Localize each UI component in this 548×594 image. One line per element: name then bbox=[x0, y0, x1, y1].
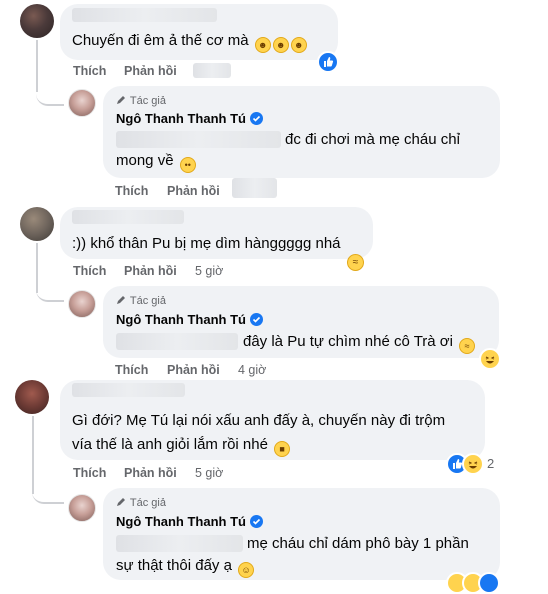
author-name[interactable]: Ngô Thanh Thanh Tú bbox=[116, 111, 263, 126]
comment-text-line2: vía thế là anh giỏi lắm rồi nhé ■ bbox=[72, 435, 291, 457]
pencil-icon bbox=[117, 498, 125, 506]
thread-line bbox=[36, 40, 38, 92]
redacted-text bbox=[116, 535, 243, 552]
comment-text-line1: Gì đới? Mẹ Tú lại nói xấu anh đấy à, chu… bbox=[72, 412, 446, 429]
author-avatar[interactable] bbox=[68, 290, 96, 318]
thread-connector bbox=[36, 86, 64, 106]
redacted-time bbox=[232, 178, 277, 198]
like-button[interactable]: Thích bbox=[73, 466, 106, 480]
redacted-text bbox=[116, 131, 281, 148]
author-badge: Tác giả bbox=[116, 94, 166, 107]
redacted-commenter-name bbox=[72, 383, 185, 397]
reply-button[interactable]: Phản hồi bbox=[124, 264, 177, 278]
thread-connector bbox=[36, 280, 64, 302]
redacted-commenter-name bbox=[72, 8, 217, 22]
reply-text-line1: mẹ cháu chỉ dám phô bày 1 phần bbox=[247, 535, 469, 552]
like-button[interactable]: Thích bbox=[73, 264, 106, 278]
like-reaction-icon[interactable] bbox=[478, 572, 500, 594]
like-button[interactable]: Thích bbox=[115, 363, 148, 377]
reply-button[interactable]: Phản hồi bbox=[124, 64, 177, 78]
reaction-count[interactable]: 2 bbox=[487, 456, 494, 471]
verified-badge-icon bbox=[249, 313, 263, 326]
rolling-on-floor-laughing-icon: ☻ bbox=[290, 37, 307, 53]
author-badge: Tác giả bbox=[116, 496, 166, 509]
pleading-face-icon: •• bbox=[179, 157, 196, 173]
pencil-icon bbox=[117, 296, 125, 304]
like-reaction-icon[interactable] bbox=[317, 51, 339, 73]
squinting-tongue-face-icon: ≈ bbox=[347, 254, 364, 271]
reply-button[interactable]: Phản hồi bbox=[167, 184, 220, 198]
verified-badge-icon bbox=[249, 112, 263, 125]
haha-reaction-icon[interactable] bbox=[462, 453, 484, 475]
verified-badge-icon bbox=[249, 515, 263, 528]
reply-text-line2: sự thật thôi đấy ạ ☺ bbox=[116, 556, 255, 578]
rolling-on-floor-laughing-icon: ☻ bbox=[272, 37, 289, 53]
comment-text: Chuyến đi êm ả thế cơ mà ☻ ☻ ☻ bbox=[72, 31, 307, 53]
commenter-avatar[interactable] bbox=[15, 380, 49, 414]
reply-text-line2: mong về •• bbox=[116, 151, 196, 173]
thread-connector bbox=[32, 482, 64, 504]
smiling-face-with-sunglasses-icon: ■ bbox=[274, 441, 291, 457]
redacted-text bbox=[116, 333, 238, 350]
reply-button[interactable]: Phản hồi bbox=[124, 466, 177, 480]
like-button[interactable]: Thích bbox=[115, 184, 148, 198]
reply-time[interactable]: 4 giờ bbox=[238, 363, 266, 377]
author-avatar[interactable] bbox=[68, 494, 96, 522]
grinning-squinting-face-icon: ≈ bbox=[459, 338, 476, 354]
pencil-icon bbox=[117, 96, 125, 104]
comment-time[interactable]: 5 giờ bbox=[195, 264, 223, 278]
upside-down-face-icon: ☺ bbox=[238, 562, 255, 578]
reply-button[interactable]: Phản hồi bbox=[167, 363, 220, 377]
commenter-avatar[interactable] bbox=[20, 4, 54, 38]
comment-text: :)) khổ thân Pu bị mẹ dìm hànggggg nhá bbox=[72, 235, 341, 252]
author-avatar[interactable] bbox=[68, 89, 96, 117]
redacted-commenter-name bbox=[72, 210, 184, 224]
rolling-on-floor-laughing-icon: ☻ bbox=[254, 37, 271, 53]
comment-time[interactable]: 5 giờ bbox=[195, 466, 223, 480]
like-button[interactable]: Thích bbox=[73, 64, 106, 78]
reply-text-line1: đây là Pu tự chìm nhé cô Trà ơi ≈ bbox=[243, 332, 476, 354]
author-name[interactable]: Ngô Thanh Thanh Tú bbox=[116, 514, 263, 529]
commenter-avatar[interactable] bbox=[20, 207, 54, 241]
reply-text-line1: đc đi chơi mà mẹ cháu chỉ bbox=[285, 131, 460, 148]
author-badge: Tác giả bbox=[116, 294, 166, 307]
redacted-time bbox=[193, 63, 231, 78]
haha-reaction-icon[interactable] bbox=[479, 348, 501, 370]
author-name[interactable]: Ngô Thanh Thanh Tú bbox=[116, 312, 263, 327]
